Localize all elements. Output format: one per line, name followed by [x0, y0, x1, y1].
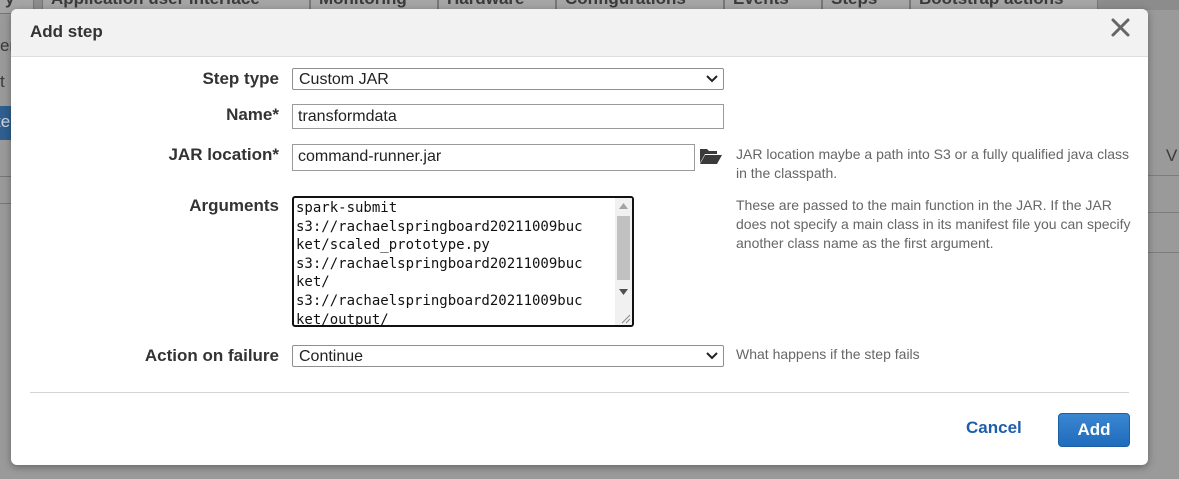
arguments-textarea[interactable]: spark-submit s3://rachaelspringboard20211… — [292, 196, 634, 327]
background-text: te — [0, 112, 11, 131]
name-label: Name* — [226, 105, 279, 124]
argument-line: ket/ — [296, 274, 330, 291]
action-on-failure-value: Continue — [299, 348, 364, 365]
chevron-down-icon — [706, 75, 718, 83]
jar-location-input[interactable]: command-runner.jar — [292, 144, 695, 171]
name-input[interactable]: transformdata — [292, 104, 724, 129]
arguments-help: These are passed to the main function in… — [736, 197, 1131, 251]
dialog-header: Add step — [11, 9, 1148, 57]
arguments-label: Arguments — [189, 196, 279, 215]
chevron-down-icon — [706, 352, 718, 360]
name-value: transformdata — [298, 108, 397, 125]
step-type-value: Custom JAR — [299, 71, 389, 88]
action-on-failure-help: What happens if the step fails — [736, 346, 920, 362]
add-button[interactable]: Add — [1058, 413, 1130, 447]
jar-location-help: JAR location maybe a path into S3 or a f… — [736, 146, 1129, 181]
footer-divider — [30, 392, 1129, 393]
arguments-scrollbar[interactable] — [615, 198, 632, 325]
background-divider — [1148, 252, 1179, 253]
jar-location-label: JAR location* — [168, 145, 279, 164]
background-button: te — [0, 106, 11, 140]
argument-line: ket/scaled_prototype.py — [296, 237, 490, 254]
scroll-down-arrow-icon[interactable] — [619, 289, 628, 295]
step-type-select[interactable]: Custom JAR — [292, 68, 724, 90]
scroll-up-arrow-icon[interactable] — [619, 203, 628, 209]
close-button[interactable] — [1110, 16, 1132, 40]
add-step-dialog: Add step Step type Custom JAR Name* tran… — [11, 9, 1148, 465]
argument-line: spark-submit — [296, 200, 398, 216]
step-type-label: Step type — [202, 69, 279, 88]
jar-location-value: command-runner.jar — [298, 148, 442, 165]
scrollbar-thumb[interactable] — [617, 216, 630, 280]
resize-grip-icon[interactable] — [620, 313, 631, 324]
folder-open-icon[interactable] — [699, 146, 723, 166]
background-divider — [1148, 175, 1179, 176]
background-divider — [1148, 212, 1179, 213]
close-icon — [1111, 18, 1130, 37]
argument-line: s3://rachaelspringboard20211009buc — [296, 292, 583, 309]
arguments-text: spark-submit s3://rachaelspringboard20211… — [296, 199, 608, 327]
action-on-failure-label: Action on failure — [144, 346, 279, 365]
argument-line: ket/output/ — [296, 311, 389, 327]
dialog-title: Add step — [30, 22, 103, 41]
background-text: V — [1166, 146, 1178, 165]
cancel-button[interactable]: Cancel — [966, 418, 1022, 438]
action-on-failure-select[interactable]: Continue — [292, 345, 724, 367]
argument-line: s3://rachaelspringboard20211009buc — [296, 218, 583, 235]
argument-line: s3://rachaelspringboard20211009buc — [296, 255, 583, 272]
background-text: t — [0, 72, 5, 91]
